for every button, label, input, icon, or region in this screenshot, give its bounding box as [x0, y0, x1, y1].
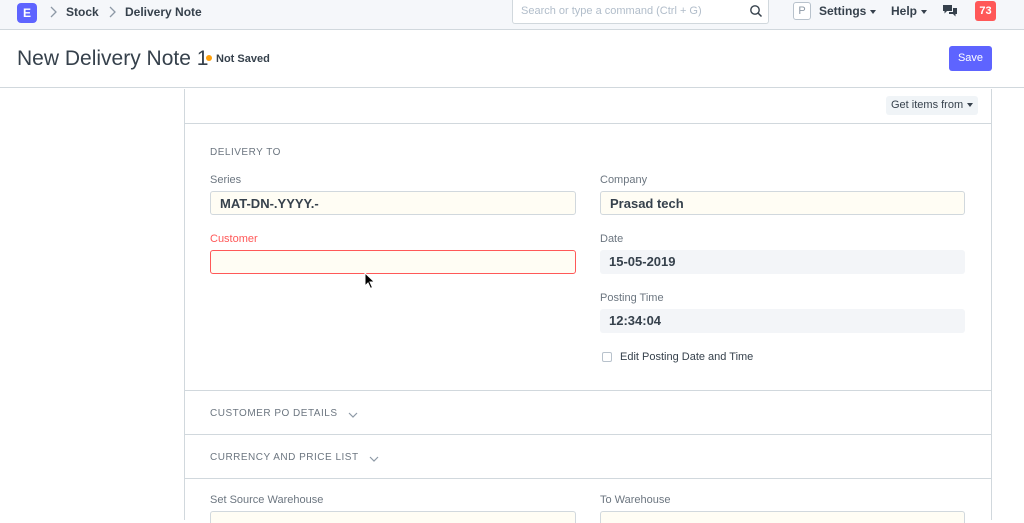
- breadcrumb-stock[interactable]: Stock: [66, 5, 99, 19]
- customer-po-heading: CUSTOMER PO DETAILS: [210, 408, 338, 419]
- caret-down-icon: [921, 9, 928, 14]
- settings-dropdown[interactable]: Settings: [819, 4, 877, 18]
- notification-badge[interactable]: 73: [975, 1, 996, 21]
- search-icon[interactable]: [749, 4, 763, 18]
- date-field: 15-05-2019: [600, 250, 965, 274]
- chevron-right-icon: [50, 5, 60, 19]
- get-items-label: Get items from: [891, 99, 964, 111]
- source-warehouse-field[interactable]: [210, 511, 576, 523]
- awesome-bar: [512, 0, 769, 24]
- chevron-right-icon: [109, 5, 119, 19]
- company-field[interactable]: Prasad tech: [600, 191, 965, 215]
- user-avatar[interactable]: P: [793, 2, 811, 20]
- caret-down-icon: [870, 9, 877, 14]
- date-label: Date: [600, 233, 624, 245]
- section-heading-currency[interactable]: CURRENCY AND PRICE LIST: [210, 452, 379, 464]
- currency-heading: CURRENCY AND PRICE LIST: [210, 452, 359, 463]
- help-dropdown[interactable]: Help: [891, 4, 928, 18]
- page-title: New Delivery Note 1: [17, 47, 209, 70]
- app-logo[interactable]: E: [17, 3, 37, 23]
- page-head: New Delivery Note 1 Not Saved Save: [0, 30, 1024, 88]
- series-field[interactable]: MAT-DN-.YYYY.-: [210, 191, 576, 215]
- form-toolbar: Get items from: [185, 89, 991, 124]
- mouse-cursor-icon: [364, 271, 376, 290]
- section-heading-customer-po[interactable]: CUSTOMER PO DETAILS: [210, 408, 358, 420]
- company-label: Company: [600, 174, 648, 186]
- search-input[interactable]: [521, 3, 741, 19]
- section-customer-po-details[interactable]: CUSTOMER PO DETAILS: [185, 391, 991, 435]
- customer-label: Customer: [210, 233, 258, 245]
- to-warehouse-field[interactable]: [600, 511, 965, 523]
- to-warehouse-label: To Warehouse: [600, 494, 671, 506]
- chevron-down-icon: [348, 410, 358, 419]
- status-text: Not Saved: [216, 53, 270, 65]
- chat-icon[interactable]: [942, 4, 958, 18]
- form-layout: Get items from DELIVERY TO Series MAT-DN…: [184, 89, 992, 523]
- get-items-from-button[interactable]: Get items from: [886, 96, 978, 115]
- posting-time-label: Posting Time: [600, 292, 664, 304]
- save-button[interactable]: Save: [949, 46, 992, 71]
- source-warehouse-label: Set Source Warehouse: [210, 494, 324, 506]
- help-label: Help: [891, 4, 918, 18]
- section-warehouse: Set Source Warehouse To Warehouse: [185, 479, 991, 523]
- breadcrumb-delivery-note[interactable]: Delivery Note: [125, 5, 202, 19]
- series-label: Series: [210, 174, 242, 186]
- edit-posting-checkbox[interactable]: [602, 352, 612, 362]
- customer-field[interactable]: [210, 250, 576, 274]
- section-delivery-to: DELIVERY TO Series MAT-DN-.YYYY.- Custom…: [185, 125, 991, 391]
- edit-posting-label[interactable]: Edit Posting Date and Time: [620, 350, 753, 364]
- status-indicator: Not Saved: [206, 52, 270, 66]
- caret-down-icon: [967, 103, 974, 108]
- status-dot-icon: [206, 55, 212, 61]
- chevron-down-icon: [369, 454, 379, 463]
- section-currency-price-list[interactable]: CURRENCY AND PRICE LIST: [185, 435, 991, 479]
- settings-label: Settings: [819, 4, 867, 18]
- section-heading-delivery-to: DELIVERY TO: [210, 147, 281, 158]
- posting-time-field: 12:34:04: [600, 309, 965, 333]
- navbar: E Stock Delivery Note P Settings Help 73: [0, 0, 1024, 30]
